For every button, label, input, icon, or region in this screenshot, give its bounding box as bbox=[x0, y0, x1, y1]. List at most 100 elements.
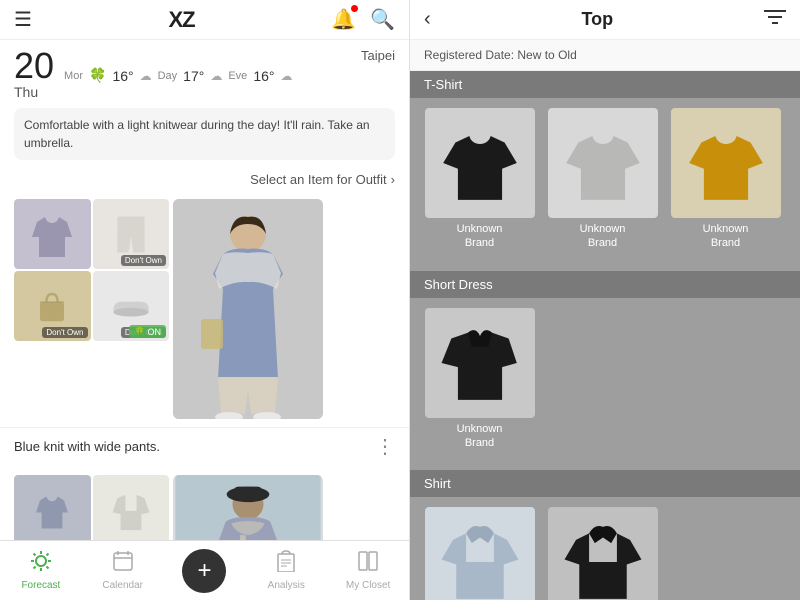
section-shirt: Shirt bbox=[410, 470, 800, 497]
catalog-item-tshirt-3[interactable]: UnknownBrand bbox=[668, 108, 783, 251]
app-logo: XZ bbox=[169, 7, 195, 33]
outfit-photo-1 bbox=[173, 199, 323, 419]
tshirt-2-img bbox=[548, 108, 658, 218]
section-short-dress: Short Dress bbox=[410, 271, 800, 298]
left-panel: ☰ XZ 🔔 🔍 20 Thu Taipei Mor 🍀 16° ☁ Day 1… bbox=[0, 0, 410, 600]
section-tshirt: T-Shirt bbox=[410, 71, 800, 98]
weather-section: 20 Thu Taipei Mor 🍀 16° ☁ Day 17° ☁ Eve … bbox=[0, 40, 409, 108]
tshirt-3-label-text: UnknownBrand bbox=[703, 223, 749, 249]
outfits-scroll[interactable]: Don't Own Don't Own bbox=[0, 191, 409, 600]
short-dress-1-label-text: UnknownBrand bbox=[457, 423, 503, 449]
evening-temp: 16° bbox=[253, 68, 274, 84]
evening-label: Eve bbox=[228, 70, 247, 82]
catalog-tshirt-items: UnknownBrand UnknownBrand bbox=[410, 98, 800, 271]
forecast-label: Forecast bbox=[21, 580, 60, 591]
weather-detail: Taipei Mor 🍀 16° ☁ Day 17° ☁ Eve 16° ☁ bbox=[64, 48, 395, 84]
outfit-more-icon-1[interactable]: ⋮ bbox=[375, 434, 395, 459]
nav-mycloset[interactable]: My Closet bbox=[327, 550, 409, 591]
day-label: Day bbox=[158, 70, 178, 82]
notification-icon[interactable]: 🔔 bbox=[331, 7, 356, 32]
date-number: 20 bbox=[14, 48, 54, 84]
outfit1-pants-thumb: Don't Own bbox=[93, 199, 170, 269]
section-tshirt-label: T-Shirt bbox=[424, 77, 462, 92]
mycloset-icon bbox=[357, 550, 379, 578]
short-dress-1-svg bbox=[435, 318, 525, 408]
morning-label: Mor bbox=[64, 70, 83, 82]
shirt-2-img bbox=[548, 507, 658, 600]
on-badge-outfit1: 🍀ON bbox=[129, 325, 166, 338]
select-outfit-arrow: › bbox=[391, 172, 395, 187]
outfit-info-1: Blue knit with wide pants. ⋮ bbox=[0, 428, 409, 459]
filter-icon[interactable] bbox=[764, 8, 786, 31]
short-dress-1-img bbox=[425, 308, 535, 418]
forecast-icon bbox=[30, 550, 52, 578]
section-short-dress-label: Short Dress bbox=[424, 277, 493, 292]
catalog-item-tshirt-2[interactable]: UnknownBrand bbox=[545, 108, 660, 251]
outfit-card-1: Don't Own Don't Own bbox=[0, 191, 409, 428]
day-temp: 17° bbox=[183, 68, 204, 84]
person-illustration bbox=[173, 199, 323, 419]
analysis-label: Analysis bbox=[268, 580, 305, 591]
catalog-item-tshirt-1[interactable]: UnknownBrand bbox=[422, 108, 537, 251]
shirt-2-svg bbox=[558, 517, 648, 600]
catalog-item-shirt-2[interactable]: UnknownBrand bbox=[545, 507, 660, 600]
morning-temp: 16° bbox=[112, 68, 133, 84]
outfit-title-1: Blue knit with wide pants. bbox=[14, 439, 160, 454]
select-outfit-label: Select an Item for Outfit bbox=[250, 172, 387, 187]
cloud-icon2: ☁ bbox=[210, 69, 222, 83]
catalog-item-short-dress-1[interactable]: UnknownBrand bbox=[422, 308, 537, 451]
tshirt-1-svg bbox=[435, 118, 525, 208]
analysis-icon bbox=[275, 550, 297, 578]
add-icon: + bbox=[197, 559, 211, 583]
catalog-short-dress-items: UnknownBrand bbox=[410, 298, 800, 471]
sort-label: Registered Date: New to Old bbox=[424, 48, 577, 62]
catalog-scroll[interactable]: T-Shirt UnknownBrand bbox=[410, 71, 800, 600]
tshirt-3-svg bbox=[681, 118, 771, 208]
tshirt-2-label-text: UnknownBrand bbox=[580, 223, 626, 249]
bag-svg bbox=[32, 286, 72, 326]
nav-calendar[interactable]: Calendar bbox=[82, 550, 164, 591]
shoes-svg bbox=[109, 292, 153, 320]
section-shirt-label: Shirt bbox=[424, 476, 451, 491]
select-outfit-bar[interactable]: Select an Item for Outfit › bbox=[0, 168, 409, 191]
right-title: Top bbox=[582, 9, 614, 30]
mycloset-label: My Closet bbox=[346, 580, 390, 591]
nav-forecast[interactable]: Forecast bbox=[0, 550, 82, 591]
menu-icon[interactable]: ☰ bbox=[14, 7, 32, 32]
dont-own-badge-bag: Don't Own bbox=[42, 327, 87, 338]
nav-analysis[interactable]: Analysis bbox=[245, 550, 327, 591]
left-header: ☰ XZ 🔔 🔍 bbox=[0, 0, 409, 40]
catalog-shirt-items: UnknownBrand UnknownBrand bbox=[410, 497, 800, 600]
weather-advice: Comfortable with a light knitwear during… bbox=[14, 108, 395, 160]
calendar-icon bbox=[112, 550, 134, 578]
catalog-item-shirt-1[interactable]: UnknownBrand bbox=[422, 507, 537, 600]
weather-location: Taipei bbox=[64, 48, 395, 63]
on-badge-leaf: 🍀 bbox=[134, 326, 145, 337]
bottom-nav: Forecast Calendar + Analysis My Closet bbox=[0, 540, 409, 600]
shirt-1-img bbox=[425, 507, 535, 600]
tshirt-3-img bbox=[671, 108, 781, 218]
pants-svg bbox=[111, 212, 151, 257]
search-icon[interactable]: 🔍 bbox=[370, 7, 395, 32]
outfit1-bag-thumb: Don't Own bbox=[14, 271, 91, 341]
tshirt-1-label-text: UnknownBrand bbox=[457, 223, 503, 249]
cloud-icon3: ☁ bbox=[280, 69, 292, 83]
outfit2-outer-thumb bbox=[93, 475, 170, 545]
add-button[interactable]: + bbox=[182, 549, 226, 593]
outfit2-outer-svg bbox=[111, 488, 151, 533]
back-button[interactable]: ‹ bbox=[424, 8, 431, 31]
rain-icon: 🍀 bbox=[89, 67, 106, 84]
tshirt-2-label: UnknownBrand bbox=[580, 222, 626, 251]
nav-add[interactable]: + bbox=[164, 549, 246, 593]
sort-bar[interactable]: Registered Date: New to Old bbox=[410, 40, 800, 71]
dont-own-badge-pants: Don't Own bbox=[121, 255, 166, 266]
tshirt-3-label: UnknownBrand bbox=[703, 222, 749, 251]
knit-svg bbox=[27, 207, 77, 262]
header-right-icons: 🔔 🔍 bbox=[331, 7, 395, 32]
right-panel: ‹ Top Registered Date: New to Old T-Shir… bbox=[410, 0, 800, 600]
outfit1-top-thumb bbox=[14, 199, 91, 269]
short-dress-1-label: UnknownBrand bbox=[457, 422, 503, 451]
weather-temps: Mor 🍀 16° ☁ Day 17° ☁ Eve 16° ☁ bbox=[64, 67, 395, 84]
tshirt-1-img bbox=[425, 108, 535, 218]
cloud-icon: ☁ bbox=[140, 69, 152, 83]
